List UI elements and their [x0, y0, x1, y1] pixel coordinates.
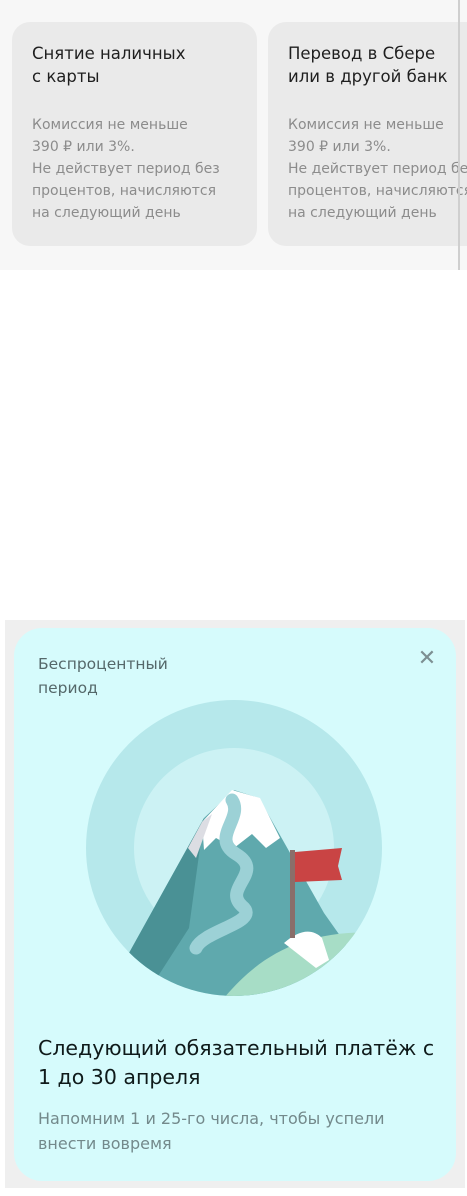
close-icon[interactable]: ✕ — [414, 646, 440, 672]
fee-card-description: Комиссия не меньше 390 ₽ или 3%. Не дейс… — [32, 117, 220, 221]
grace-period-card[interactable]: Беспроцентный период ✕ Следующий обязате… — [14, 628, 456, 1181]
promo-title: Следующий обязательный платёж с 1 до 30 … — [38, 1036, 435, 1089]
scrollbar[interactable] — [458, 0, 460, 270]
fee-card-transfer[interactable]: Перевод в Сбере или в другой банк Комисс… — [268, 22, 467, 246]
fee-card-title: Снятие наличных с карты — [32, 44, 186, 86]
mountain-flag-illustration — [86, 700, 382, 996]
fee-card-title: Перевод в Сбере или в другой банк — [288, 44, 448, 86]
promo-label: Беспроцентный период — [38, 655, 168, 697]
fee-card-cash-withdrawal[interactable]: Снятие наличных с карты Комиссия не мень… — [12, 22, 257, 246]
promo-subtitle: Напомним 1 и 25-го числа, чтобы успели в… — [38, 1109, 385, 1153]
fee-cards-carousel[interactable]: Снятие наличных с карты Комиссия не мень… — [0, 0, 467, 270]
fee-card-description: Комиссия не меньше 390 ₽ или 3%. Не дейс… — [288, 117, 467, 221]
